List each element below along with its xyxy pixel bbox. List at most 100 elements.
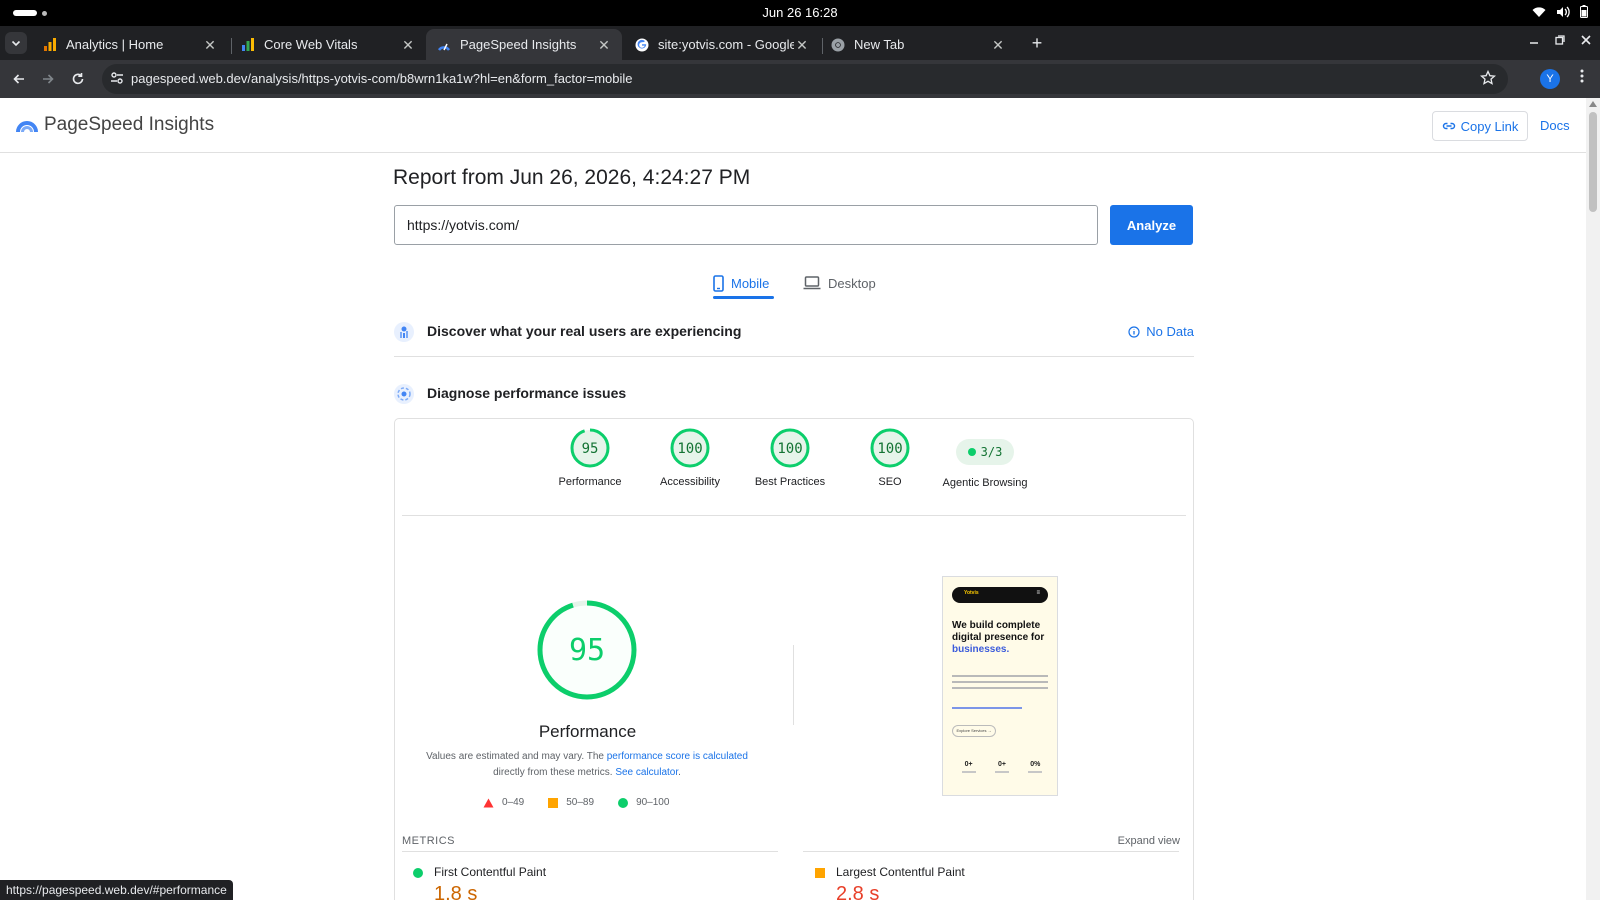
tab-new-tab[interactable]: New Tab ✕	[820, 29, 1016, 60]
category-accessibility[interactable]: 100 Accessibility	[640, 427, 740, 488]
address-bar[interactable]: pagespeed.web.dev/analysis/https-yotvis-…	[102, 64, 1508, 94]
window-controls	[1528, 34, 1592, 46]
close-icon[interactable]: ✕	[202, 37, 218, 53]
metrics-label: METRICS	[402, 835, 455, 847]
pagespeed-icon	[436, 37, 452, 53]
expand-view-toggle[interactable]: Expand view	[1118, 835, 1180, 847]
category-seo[interactable]: 100 SEO	[840, 427, 940, 488]
clock[interactable]: Jun 26 16:28	[0, 5, 1600, 20]
score-legend: 0–49 50–89 90–100	[483, 797, 669, 808]
os-top-bar: Jun 26 16:28	[0, 0, 1600, 26]
metric-divider	[402, 851, 778, 852]
wifi-icon	[1532, 6, 1546, 17]
reload-icon	[72, 73, 84, 85]
users-icon	[394, 322, 414, 342]
metric-divider	[803, 851, 1179, 852]
tab-core-web-vitals[interactable]: Core Web Vitals ✕	[230, 29, 426, 60]
square-icon	[548, 797, 559, 808]
score-value: 100	[877, 441, 902, 457]
category-agentic-browsing[interactable]: 3/3 Agentic Browsing	[935, 427, 1035, 489]
tab-google-search[interactable]: site:yotvis.com - Google ✕	[624, 29, 820, 60]
google-icon	[634, 37, 650, 53]
preview-button: Explore Services →	[952, 725, 996, 737]
new-tab-button[interactable]: +	[1026, 33, 1048, 55]
browser-tab-strip: Analytics | Home ✕ Core Web Vitals ✕ Pag…	[0, 26, 1600, 60]
url-input[interactable]	[394, 205, 1098, 245]
close-icon[interactable]: ✕	[794, 37, 810, 53]
bookmark-star-icon[interactable]	[1480, 70, 1496, 86]
restore-icon[interactable]	[1554, 34, 1566, 46]
score-gauge: 95	[570, 428, 610, 468]
info-icon	[1128, 325, 1140, 338]
close-window-icon[interactable]	[1580, 34, 1592, 46]
analyze-button[interactable]: Analyze	[1110, 205, 1193, 245]
system-tray[interactable]	[1532, 5, 1588, 18]
legend-good: 90–100	[618, 797, 669, 808]
legend-poor: 0–49	[483, 797, 524, 808]
scrollbar-thumb[interactable]	[1589, 112, 1597, 212]
back-button[interactable]	[9, 69, 29, 89]
card-divider	[402, 515, 1186, 516]
good-circle-icon	[413, 868, 423, 878]
tab-pagespeed-insights[interactable]: PageSpeed Insights ✕	[426, 29, 622, 60]
profile-avatar[interactable]: Y	[1540, 69, 1560, 89]
docs-link[interactable]: Docs	[1540, 118, 1570, 133]
analytics-icon	[42, 37, 58, 53]
see-calculator-link[interactable]: See calculator	[615, 767, 678, 778]
reload-button[interactable]	[68, 69, 88, 89]
close-icon[interactable]: ✕	[990, 37, 1006, 53]
category-best-practices[interactable]: 100 Best Practices	[740, 427, 840, 488]
psi-header: PageSpeed Insights Copy Link Docs	[0, 98, 1586, 153]
copy-link-button[interactable]: Copy Link	[1432, 111, 1528, 141]
url-text[interactable]: pagespeed.web.dev/analysis/https-yotvis-…	[131, 71, 633, 86]
score-calculated-link[interactable]: performance score is calculated	[607, 751, 748, 762]
laptop-icon	[803, 276, 821, 290]
diagnose-section: Diagnose performance issues	[394, 374, 1194, 414]
link-status-bar: https://pagespeed.web.dev/#performance	[0, 880, 233, 900]
more-vert-icon	[1580, 69, 1584, 83]
category-label: Performance	[558, 476, 622, 488]
page-content: PageSpeed Insights Copy Link Docs Report…	[0, 98, 1600, 900]
browser-menu-button[interactable]	[1574, 69, 1590, 89]
pagespeed-logo-icon[interactable]	[16, 112, 38, 134]
preview-navbar: Yotvis ≡	[952, 587, 1048, 603]
final-screenshot-preview[interactable]: Yotvis ≡ We build complete digital prese…	[942, 576, 1058, 796]
section-divider	[394, 356, 1194, 357]
app-title[interactable]: PageSpeed Insights	[44, 114, 214, 136]
minimize-icon[interactable]	[1528, 34, 1540, 46]
close-icon[interactable]: ✕	[400, 37, 416, 53]
tab-desktop[interactable]: Desktop	[803, 268, 876, 298]
field-data-title: Discover what your real users are experi…	[427, 323, 742, 339]
arrow-left-icon	[13, 74, 24, 84]
scroll-up-arrow[interactable]	[1589, 101, 1597, 107]
browser-toolbar: pagespeed.web.dev/analysis/https-yotvis-…	[0, 60, 1600, 98]
score-gauge: 100	[870, 428, 910, 468]
preview-headline: We build complete digital presence for b…	[952, 620, 1045, 655]
close-icon[interactable]: ✕	[596, 37, 612, 53]
chevron-down-icon	[11, 40, 21, 47]
link-icon	[1442, 122, 1455, 130]
scrollbar[interactable]	[1586, 98, 1600, 900]
score-value: 95	[582, 441, 599, 457]
category-performance[interactable]: 95 Performance	[540, 427, 640, 488]
site-info-icon[interactable]	[110, 71, 124, 85]
hamburger-icon: ≡	[1036, 590, 1040, 596]
diagnostics-card: 95 Performance 100 Accessibility 100 Best Pra…	[394, 418, 1194, 900]
diagnose-icon	[394, 384, 414, 404]
agentic-score-pill: 3/3	[956, 439, 1014, 465]
volume-icon	[1557, 6, 1570, 17]
battery-icon	[1580, 5, 1588, 18]
preview-link	[952, 707, 1022, 709]
tab-mobile[interactable]: Mobile	[713, 268, 769, 298]
forward-button[interactable]	[38, 69, 58, 89]
circle-icon	[618, 797, 629, 808]
performance-score-gauge: 95	[537, 600, 637, 700]
arrow-right-icon	[43, 74, 54, 84]
vertical-divider	[793, 645, 794, 725]
no-data-indicator[interactable]: No Data	[1128, 324, 1194, 339]
search-console-icon	[240, 37, 256, 53]
score-gauge: 100	[670, 428, 710, 468]
tab-search-button[interactable]	[5, 32, 27, 54]
performance-heading: Performance	[538, 722, 637, 741]
tab-analytics[interactable]: Analytics | Home ✕	[32, 29, 228, 60]
